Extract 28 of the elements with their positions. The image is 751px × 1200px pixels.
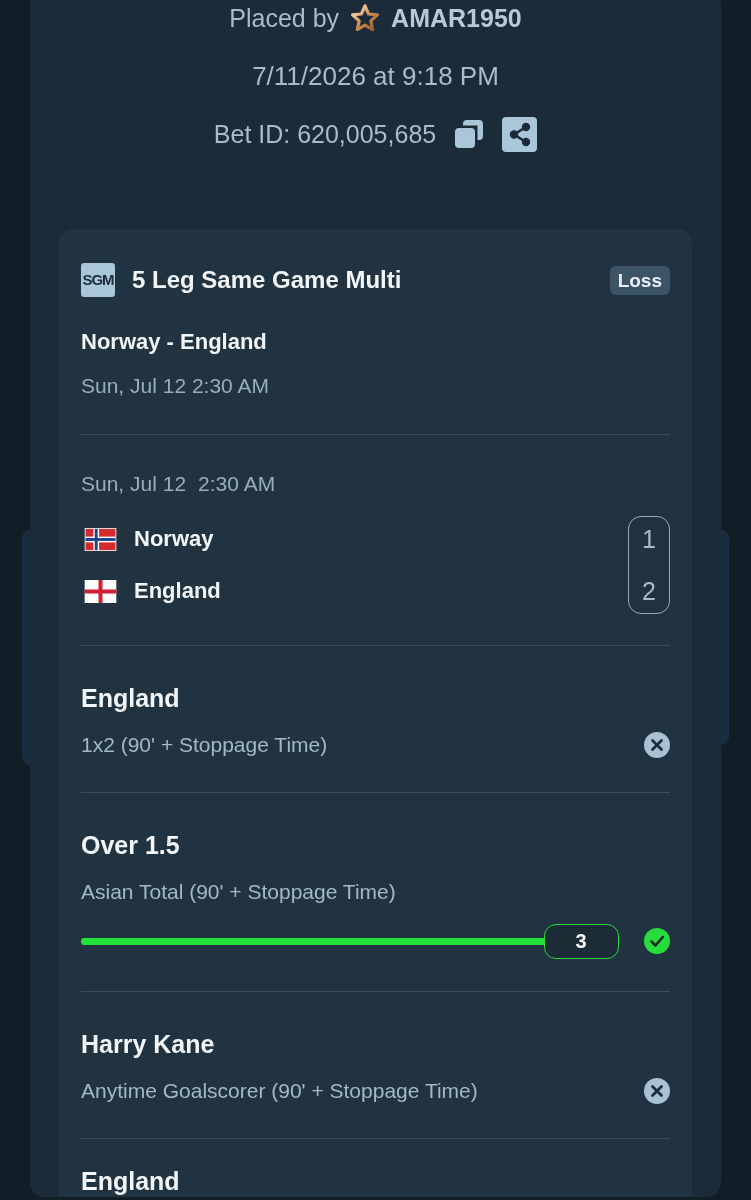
copy-icon[interactable] [453, 118, 486, 150]
team-score: 2 [642, 576, 656, 607]
share-icon[interactable] [502, 116, 538, 152]
progress-reading: 3 [543, 923, 619, 959]
team-name: Norway [134, 525, 214, 553]
event-name: Norway - England [81, 328, 268, 356]
star-icon [350, 3, 381, 33]
market-name: 1x2 (90' + Stoppage Time) [81, 732, 329, 758]
username: AMAR1950 [391, 3, 522, 34]
team-name: England [134, 577, 221, 605]
match-date: Sun, Jul 12 [81, 471, 187, 497]
team-score: 1 [642, 524, 656, 555]
market-name: Anytime Goalscorer (90' + Stoppage Time) [81, 1078, 479, 1104]
status-label: Loss [609, 265, 670, 295]
england-flag-icon [82, 579, 119, 603]
bet-id: Bet ID: 620,005,685 [213, 119, 437, 150]
event-time: Sun, Jul 12 2:30 AM [81, 373, 270, 399]
market-name: Asian Total (90' + Stoppage Time) [81, 879, 397, 905]
placed-date: 7/11/2026 at 9:18 PM [251, 60, 500, 93]
selection-name: England [81, 1167, 181, 1195]
selection-name: Harry Kane [81, 1029, 216, 1060]
bet-title: 5 Leg Same Game Multi [132, 265, 403, 295]
selection-name: Over 1.5 [81, 830, 181, 861]
norway-flag-icon [82, 527, 119, 551]
market-logo: SGM [81, 263, 115, 297]
selection-name: England [81, 683, 181, 714]
placed-by-label: Placed by [229, 3, 340, 34]
match-time: 2:30 AM [198, 471, 276, 497]
